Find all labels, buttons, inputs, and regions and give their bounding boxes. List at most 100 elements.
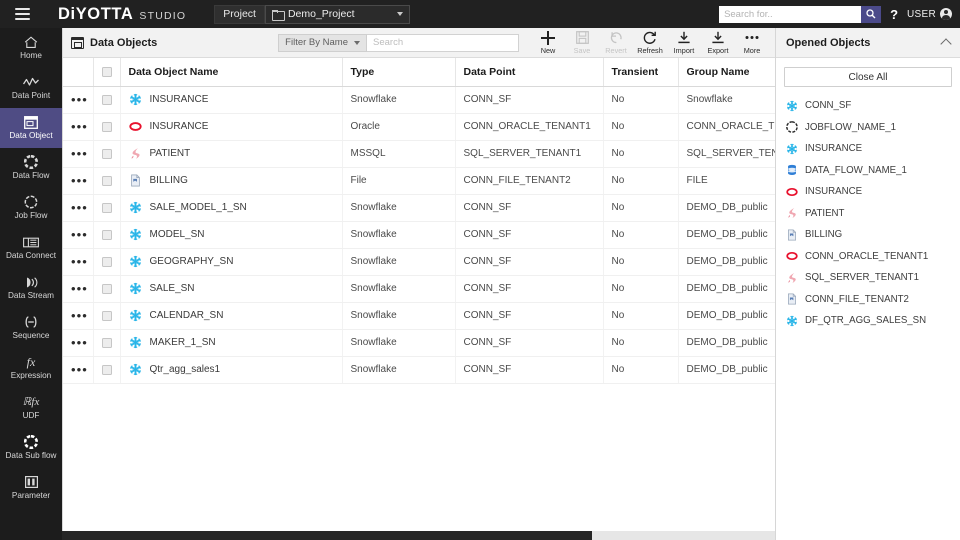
snowflake-icon bbox=[785, 142, 798, 155]
row-checkbox[interactable] bbox=[101, 121, 112, 132]
opened-object-item[interactable]: INSURANCE bbox=[785, 181, 960, 203]
name-cell-content: SALE_SN bbox=[129, 282, 342, 295]
revert-button[interactable]: Revert bbox=[599, 31, 633, 55]
col-transient[interactable]: Transient bbox=[603, 58, 679, 87]
opened-object-item[interactable]: CONN_SF bbox=[785, 95, 960, 117]
row-menu-icon[interactable]: ••• bbox=[71, 254, 88, 269]
table-row[interactable]: ••• bbox=[63, 275, 775, 303]
cell-data-object-name[interactable]: CALENDAR_SN bbox=[120, 302, 343, 330]
table-row[interactable]: ••• bbox=[63, 194, 775, 222]
sidebar-item-udf[interactable]: ℝfx UDF bbox=[0, 388, 62, 428]
row-checkbox[interactable] bbox=[101, 148, 112, 159]
cell-transient: No bbox=[603, 302, 679, 330]
row-checkbox[interactable] bbox=[101, 229, 112, 240]
horizontal-scrollbar[interactable] bbox=[62, 531, 775, 540]
global-search-input[interactable] bbox=[719, 5, 862, 23]
table-row[interactable]: ••• bbox=[63, 248, 775, 276]
row-menu-icon[interactable]: ••• bbox=[71, 119, 88, 134]
table-row[interactable]: ••• bbox=[63, 86, 775, 114]
user-menu[interactable]: USER bbox=[907, 8, 952, 20]
opened-object-item[interactable]: CONN_ORACLE_TENANT1 bbox=[785, 246, 960, 268]
row-menu-icon[interactable]: ••• bbox=[71, 362, 88, 377]
close-all-button[interactable]: Close All bbox=[784, 67, 952, 87]
opened-object-item[interactable]: DATA_FLOW_NAME_1 bbox=[785, 160, 960, 182]
sidebar-item-sequence[interactable]: Sequence bbox=[0, 308, 62, 348]
sidebar-item-data-stream[interactable]: Data Stream bbox=[0, 268, 62, 308]
sidebar-item-parameter[interactable]: Parameter bbox=[0, 468, 62, 508]
table-row[interactable]: ••• PATIENT MSSQL SQL_SERVER_TENANT1 No SQL_… bbox=[63, 140, 775, 168]
row-checkbox[interactable] bbox=[101, 310, 112, 321]
horizontal-scrollbar-thumb[interactable] bbox=[62, 531, 592, 540]
table-row[interactable]: ••• BILLING File CONN_FILE_TENANT2 No FILE bbox=[63, 167, 775, 195]
opened-object-item[interactable]: CONN_FILE_TENANT2 bbox=[785, 289, 960, 311]
row-menu-icon[interactable]: ••• bbox=[71, 146, 88, 161]
row-menu-icon[interactable]: ••• bbox=[71, 335, 88, 350]
opened-object-item[interactable]: BILLING bbox=[785, 224, 960, 246]
row-menu-icon[interactable]: ••• bbox=[71, 173, 88, 188]
cell-data-object-name[interactable]: GEOGRAPHY_SN bbox=[120, 248, 343, 276]
opened-object-item[interactable]: INSURANCE bbox=[785, 138, 960, 160]
opened-object-item[interactable]: DF_QTR_AGG_SALES_SN bbox=[785, 310, 960, 332]
cell-data-object-name[interactable]: MAKER_1_SN bbox=[120, 329, 343, 357]
row-menu-icon[interactable]: ••• bbox=[71, 308, 88, 323]
export-button[interactable]: Export bbox=[701, 31, 735, 55]
row-menu-icon[interactable]: ••• bbox=[71, 281, 88, 296]
sidebar-item-data-point[interactable]: Data Point bbox=[0, 68, 62, 108]
sidebar-item-home[interactable]: Home bbox=[0, 28, 62, 68]
col-type[interactable]: Type bbox=[342, 58, 456, 87]
row-checkbox[interactable] bbox=[101, 94, 112, 105]
snowflake-icon bbox=[129, 309, 142, 322]
row-checkbox[interactable] bbox=[101, 202, 112, 213]
opened-object-item[interactable]: SQL_SERVER_TENANT1 bbox=[785, 267, 960, 289]
cell-data-object-name[interactable]: BILLING bbox=[120, 167, 343, 195]
cell-data-object-name[interactable]: MODEL_SN bbox=[120, 221, 343, 249]
more-button[interactable]: More bbox=[735, 31, 769, 55]
save-button[interactable]: Save bbox=[565, 31, 599, 55]
row-checkbox[interactable] bbox=[101, 283, 112, 294]
row-checkbox[interactable] bbox=[101, 337, 112, 348]
row-checkbox[interactable] bbox=[101, 364, 112, 375]
table-row[interactable]: ••• bbox=[63, 356, 775, 384]
cell-group-name: DEMO_DB_public bbox=[678, 329, 775, 357]
sidebar-item-job-flow[interactable]: Job Flow bbox=[0, 188, 62, 228]
table-row[interactable]: ••• INSURANCE Oracle CONN_ORACLE_TENANT1 No… bbox=[63, 113, 775, 141]
opened-object-item[interactable]: JOBFLOW_NAME_1 bbox=[785, 117, 960, 139]
sidebar-item-data-connect[interactable]: Data Connect bbox=[0, 228, 62, 268]
cell-data-object-name[interactable]: Qtr_agg_sales1 bbox=[120, 356, 343, 384]
table-row[interactable]: ••• bbox=[63, 329, 775, 357]
hamburger-icon[interactable] bbox=[6, 0, 38, 28]
cell-data-object-name[interactable]: SALE_MODEL_1_SN bbox=[120, 194, 343, 222]
col-data-point[interactable]: Data Point bbox=[455, 58, 604, 87]
sidebar-item-data-object[interactable]: Data Object bbox=[0, 108, 62, 148]
table-search-input[interactable] bbox=[367, 33, 519, 52]
chevron-up-icon[interactable] bbox=[940, 38, 952, 50]
refresh-button[interactable]: Refresh bbox=[633, 31, 667, 55]
cell-data-object-name[interactable]: INSURANCE bbox=[120, 86, 343, 114]
row-menu-icon[interactable]: ••• bbox=[71, 200, 88, 215]
row-menu-icon[interactable]: ••• bbox=[71, 227, 88, 242]
opened-object-item[interactable]: PATIENT bbox=[785, 203, 960, 225]
new-button[interactable]: New bbox=[531, 30, 565, 55]
cell-data-object-name[interactable]: SALE_SN bbox=[120, 275, 343, 303]
table-row[interactable]: ••• bbox=[63, 221, 775, 249]
project-dropdown[interactable]: Demo_Project bbox=[264, 4, 410, 24]
row-menu-icon[interactable]: ••• bbox=[71, 92, 88, 107]
data-stream-icon bbox=[24, 275, 38, 289]
database-icon bbox=[785, 164, 798, 177]
help-icon[interactable]: ? bbox=[890, 7, 898, 22]
data-object-name-label: Qtr_agg_sales1 bbox=[149, 364, 221, 375]
select-all-checkbox[interactable] bbox=[101, 66, 112, 77]
search-button[interactable] bbox=[861, 5, 882, 23]
cell-data-object-name[interactable]: PATIENT bbox=[120, 140, 343, 168]
table-row[interactable]: ••• bbox=[63, 302, 775, 330]
cell-data-object-name[interactable]: INSURANCE bbox=[120, 113, 343, 141]
sidebar-item-data-sub-flow[interactable]: Data Sub flow bbox=[0, 428, 62, 468]
row-checkbox[interactable] bbox=[101, 256, 112, 267]
col-data-object-name[interactable]: Data Object Name bbox=[120, 58, 343, 87]
col-group-name[interactable]: Group Name bbox=[678, 58, 775, 87]
filter-by-dropdown[interactable]: Filter By Name bbox=[278, 33, 367, 52]
row-checkbox[interactable] bbox=[101, 175, 112, 186]
import-button[interactable]: Import bbox=[667, 31, 701, 55]
sidebar-item-expression[interactable]: fx Expression bbox=[0, 348, 62, 388]
sidebar-item-data-flow[interactable]: Data Flow bbox=[0, 148, 62, 188]
